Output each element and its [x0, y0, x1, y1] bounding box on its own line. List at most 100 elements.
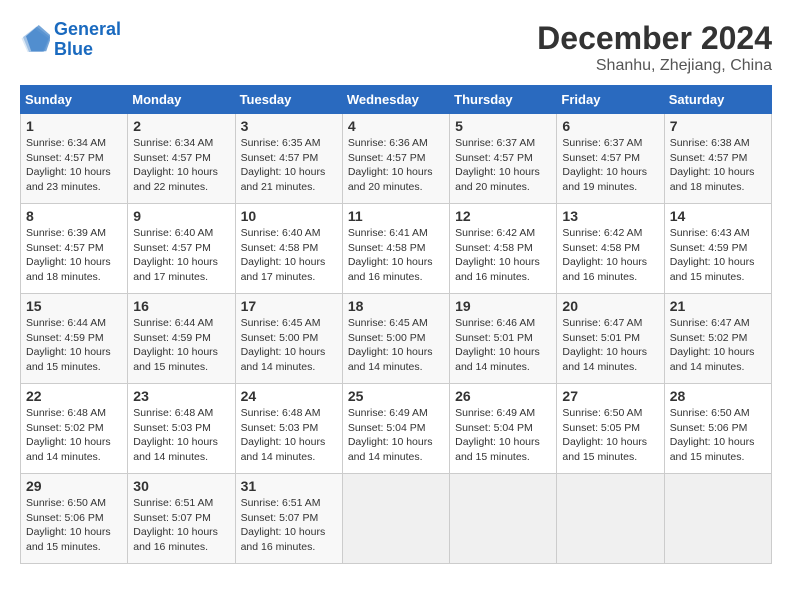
day-cell: 9 Sunrise: 6:40 AM Sunset: 4:57 PM Daylig… — [128, 204, 235, 294]
day-info: Sunrise: 6:44 AM Sunset: 4:59 PM Dayligh… — [26, 316, 122, 375]
week-row-5: 29 Sunrise: 6:50 AM Sunset: 5:06 PM Dayli… — [21, 474, 772, 564]
day-info: Sunrise: 6:42 AM Sunset: 4:58 PM Dayligh… — [562, 226, 658, 285]
day-cell: 2 Sunrise: 6:34 AM Sunset: 4:57 PM Daylig… — [128, 114, 235, 204]
day-info: Sunrise: 6:42 AM Sunset: 4:58 PM Dayligh… — [455, 226, 551, 285]
day-number: 29 — [26, 478, 122, 494]
day-cell: 28 Sunrise: 6:50 AM Sunset: 5:06 PM Dayli… — [664, 384, 771, 474]
day-info: Sunrise: 6:46 AM Sunset: 5:01 PM Dayligh… — [455, 316, 551, 375]
day-info: Sunrise: 6:34 AM Sunset: 4:57 PM Dayligh… — [26, 136, 122, 195]
day-number: 30 — [133, 478, 229, 494]
week-row-4: 22Sunrise: 6:48 AM Sunset: 5:02 PM Dayli… — [21, 384, 772, 474]
day-cell: 18 Sunrise: 6:45 AM Sunset: 5:00 PM Dayli… — [342, 294, 449, 384]
day-number: 13 — [562, 208, 658, 224]
day-number: 5 — [455, 118, 551, 134]
day-cell: 30 Sunrise: 6:51 AM Sunset: 5:07 PM Dayli… — [128, 474, 235, 564]
day-number: 7 — [670, 118, 766, 134]
day-cell: 3 Sunrise: 6:35 AM Sunset: 4:57 PM Daylig… — [235, 114, 342, 204]
day-number: 19 — [455, 298, 551, 314]
day-cell: 24Sunrise: 6:48 AM Sunset: 5:03 PM Dayli… — [235, 384, 342, 474]
day-cell: 25Sunrise: 6:49 AM Sunset: 5:04 PM Dayli… — [342, 384, 449, 474]
day-info: Sunrise: 6:47 AM Sunset: 5:01 PM Dayligh… — [562, 316, 658, 375]
day-cell: 10 Sunrise: 6:40 AM Sunset: 4:58 PM Dayli… — [235, 204, 342, 294]
header-row: Sunday Monday Tuesday Wednesday Thursday… — [21, 86, 772, 114]
day-info: Sunrise: 6:47 AM Sunset: 5:02 PM Dayligh… — [670, 316, 766, 375]
day-cell: 13 Sunrise: 6:42 AM Sunset: 4:58 PM Dayli… — [557, 204, 664, 294]
col-wednesday: Wednesday — [342, 86, 449, 114]
day-info: Sunrise: 6:40 AM Sunset: 4:57 PM Dayligh… — [133, 226, 229, 285]
col-saturday: Saturday — [664, 86, 771, 114]
day-cell — [557, 474, 664, 564]
day-cell: 1 Sunrise: 6:34 AM Sunset: 4:57 PM Daylig… — [21, 114, 128, 204]
day-info: Sunrise: 6:51 AM Sunset: 5:07 PM Dayligh… — [241, 496, 337, 555]
day-cell: 29 Sunrise: 6:50 AM Sunset: 5:06 PM Dayli… — [21, 474, 128, 564]
col-friday: Friday — [557, 86, 664, 114]
day-cell — [664, 474, 771, 564]
day-cell: 11 Sunrise: 6:41 AM Sunset: 4:58 PM Dayli… — [342, 204, 449, 294]
day-number: 2 — [133, 118, 229, 134]
day-number: 10 — [241, 208, 337, 224]
day-cell — [450, 474, 557, 564]
day-number: 6 — [562, 118, 658, 134]
day-number: 4 — [348, 118, 444, 134]
day-info: Sunrise: 6:44 AM Sunset: 4:59 PM Dayligh… — [133, 316, 229, 375]
day-info: Sunrise: 6:43 AM Sunset: 4:59 PM Dayligh… — [670, 226, 766, 285]
day-number: 14 — [670, 208, 766, 224]
day-number: 21 — [670, 298, 766, 314]
day-info: Sunrise: 6:41 AM Sunset: 4:58 PM Dayligh… — [348, 226, 444, 285]
day-number: 20 — [562, 298, 658, 314]
day-cell: 20 Sunrise: 6:47 AM Sunset: 5:01 PM Dayli… — [557, 294, 664, 384]
day-cell: 14 Sunrise: 6:43 AM Sunset: 4:59 PM Dayli… — [664, 204, 771, 294]
day-info: Sunrise: 6:37 AM Sunset: 4:57 PM Dayligh… — [455, 136, 551, 195]
calendar-table: Sunday Monday Tuesday Wednesday Thursday… — [20, 85, 772, 564]
day-number: 23 — [133, 388, 229, 404]
day-number: 3 — [241, 118, 337, 134]
day-number: 8 — [26, 208, 122, 224]
day-info: Sunrise: 6:50 AM Sunset: 5:06 PM Dayligh… — [670, 406, 766, 465]
day-number: 9 — [133, 208, 229, 224]
day-number: 24 — [241, 388, 337, 404]
title-block: December 2024 Shanhu, Zhejiang, China — [537, 20, 772, 75]
day-info: Sunrise: 6:35 AM Sunset: 4:57 PM Dayligh… — [241, 136, 337, 195]
day-cell: 23Sunrise: 6:48 AM Sunset: 5:03 PM Dayli… — [128, 384, 235, 474]
day-number: 1 — [26, 118, 122, 134]
day-info: Sunrise: 6:49 AM Sunset: 5:04 PM Dayligh… — [348, 406, 444, 465]
day-number: 12 — [455, 208, 551, 224]
day-info: Sunrise: 6:38 AM Sunset: 4:57 PM Dayligh… — [670, 136, 766, 195]
col-sunday: Sunday — [21, 86, 128, 114]
logo: General Blue — [20, 20, 121, 60]
day-number: 11 — [348, 208, 444, 224]
day-cell: 16Sunrise: 6:44 AM Sunset: 4:59 PM Dayli… — [128, 294, 235, 384]
month-year: December 2024 — [537, 20, 772, 57]
day-info: Sunrise: 6:34 AM Sunset: 4:57 PM Dayligh… — [133, 136, 229, 195]
day-info: Sunrise: 6:50 AM Sunset: 5:05 PM Dayligh… — [562, 406, 658, 465]
day-number: 31 — [241, 478, 337, 494]
day-cell: 19 Sunrise: 6:46 AM Sunset: 5:01 PM Dayli… — [450, 294, 557, 384]
location: Shanhu, Zhejiang, China — [537, 57, 772, 75]
week-row-3: 15 Sunrise: 6:44 AM Sunset: 4:59 PM Dayli… — [21, 294, 772, 384]
day-cell: 4 Sunrise: 6:36 AM Sunset: 4:57 PM Daylig… — [342, 114, 449, 204]
logo-icon — [20, 25, 50, 55]
day-info: Sunrise: 6:51 AM Sunset: 5:07 PM Dayligh… — [133, 496, 229, 555]
day-info: Sunrise: 6:49 AM Sunset: 5:04 PM Dayligh… — [455, 406, 551, 465]
day-number: 28 — [670, 388, 766, 404]
day-info: Sunrise: 6:40 AM Sunset: 4:58 PM Dayligh… — [241, 226, 337, 285]
day-info: Sunrise: 6:37 AM Sunset: 4:57 PM Dayligh… — [562, 136, 658, 195]
day-number: 27 — [562, 388, 658, 404]
day-cell: 26Sunrise: 6:49 AM Sunset: 5:04 PM Dayli… — [450, 384, 557, 474]
week-row-2: 8 Sunrise: 6:39 AM Sunset: 4:57 PM Daylig… — [21, 204, 772, 294]
page-header: General Blue December 2024 Shanhu, Zheji… — [20, 20, 772, 75]
day-number: 15 — [26, 298, 122, 314]
day-cell: 21 Sunrise: 6:47 AM Sunset: 5:02 PM Dayli… — [664, 294, 771, 384]
day-number: 22 — [26, 388, 122, 404]
day-info: Sunrise: 6:39 AM Sunset: 4:57 PM Dayligh… — [26, 226, 122, 285]
week-row-1: 1 Sunrise: 6:34 AM Sunset: 4:57 PM Daylig… — [21, 114, 772, 204]
day-info: Sunrise: 6:36 AM Sunset: 4:57 PM Dayligh… — [348, 136, 444, 195]
logo-text: General Blue — [54, 20, 121, 60]
col-tuesday: Tuesday — [235, 86, 342, 114]
day-number: 17 — [241, 298, 337, 314]
day-info: Sunrise: 6:50 AM Sunset: 5:06 PM Dayligh… — [26, 496, 122, 555]
day-cell — [342, 474, 449, 564]
day-number: 18 — [348, 298, 444, 314]
day-cell: 6 Sunrise: 6:37 AM Sunset: 4:57 PM Daylig… — [557, 114, 664, 204]
day-info: Sunrise: 6:45 AM Sunset: 5:00 PM Dayligh… — [348, 316, 444, 375]
